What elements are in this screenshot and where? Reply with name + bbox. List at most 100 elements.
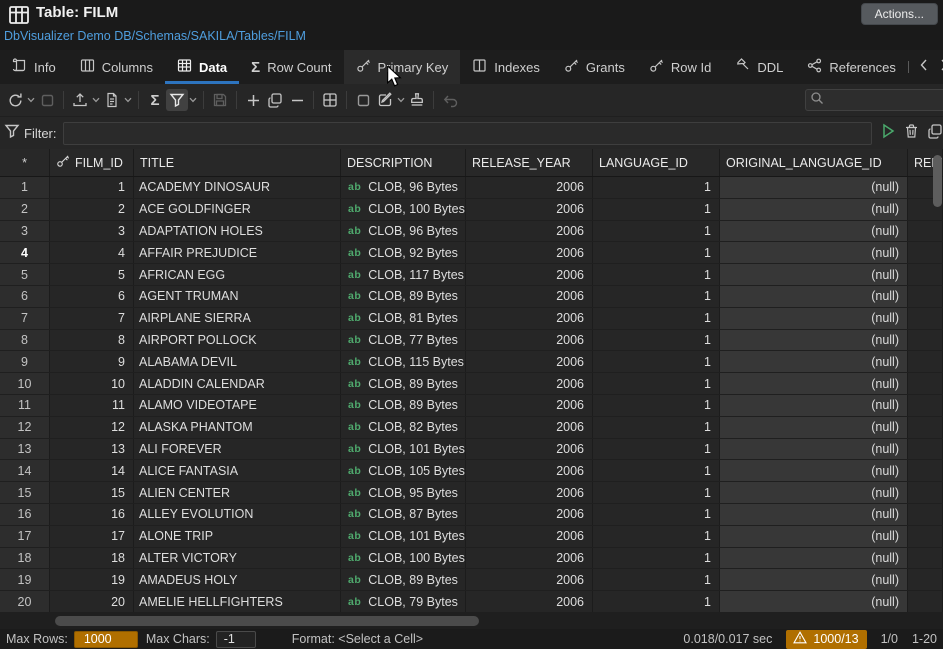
original-language-id-cell[interactable]: (null) <box>720 308 908 329</box>
column-header-title[interactable]: TITLE <box>134 149 341 176</box>
description-cell[interactable]: abCLOB, 96 Bytes <box>341 177 466 198</box>
title-cell[interactable]: AFRICAN EGG <box>134 264 341 285</box>
original-language-id-cell[interactable]: (null) <box>720 264 908 285</box>
film-id-cell[interactable]: 8 <box>50 330 134 351</box>
run-filter-icon[interactable] <box>881 123 896 144</box>
description-cell[interactable]: abCLOB, 82 Bytes <box>341 417 466 438</box>
max-rows-input[interactable] <box>74 631 138 648</box>
export-icon[interactable] <box>69 89 91 111</box>
tab-grants[interactable]: Grants <box>552 50 637 84</box>
title-cell[interactable]: AIRPLANE SIERRA <box>134 308 341 329</box>
original-language-id-cell[interactable]: (null) <box>720 569 908 590</box>
table-row[interactable]: 33ADAPTATION HOLESabCLOB, 96 Bytes20061(… <box>0 221 943 243</box>
release-year-cell[interactable]: 2006 <box>466 373 593 394</box>
table-row[interactable]: 77AIRPLANE SIERRAabCLOB, 81 Bytes20061(n… <box>0 308 943 330</box>
film-id-cell[interactable]: 9 <box>50 351 134 372</box>
description-cell[interactable]: abCLOB, 89 Bytes <box>341 286 466 307</box>
description-cell[interactable]: abCLOB, 101 Bytes <box>341 526 466 547</box>
title-cell[interactable]: ALICE FANTASIA <box>134 460 341 481</box>
actions-button[interactable]: Actions... <box>861 3 938 25</box>
horizontal-scrollbar-thumb[interactable] <box>55 616 479 626</box>
release-year-cell[interactable]: 2006 <box>466 548 593 569</box>
title-cell[interactable]: ALTER VICTORY <box>134 548 341 569</box>
table-row[interactable]: 1414ALICE FANTASIAabCLOB, 105 Bytes20061… <box>0 460 943 482</box>
rows-warning-badge[interactable]: 1000/13 <box>786 630 866 649</box>
description-cell[interactable]: abCLOB, 105 Bytes <box>341 460 466 481</box>
table-row[interactable]: 1313ALI FOREVERabCLOB, 101 Bytes20061(nu… <box>0 439 943 461</box>
original-language-id-cell[interactable]: (null) <box>720 199 908 220</box>
release-year-cell[interactable]: 2006 <box>466 199 593 220</box>
title-cell[interactable]: ALADDIN CALENDAR <box>134 373 341 394</box>
row-number-cell[interactable]: 17 <box>0 526 50 547</box>
original-language-id-cell[interactable]: (null) <box>720 482 908 503</box>
table-row[interactable]: 22ACE GOLDFINGERabCLOB, 100 Bytes20061(n… <box>0 199 943 221</box>
breadcrumb[interactable]: DbVisualizer Demo DB/Schemas/SAKILA/Tabl… <box>4 29 306 43</box>
language-id-cell[interactable]: 1 <box>593 417 720 438</box>
row-number-cell[interactable]: 15 <box>0 482 50 503</box>
table-row[interactable]: 1515ALIEN CENTERabCLOB, 95 Bytes20061(nu… <box>0 482 943 504</box>
description-cell[interactable]: abCLOB, 117 Bytes <box>341 264 466 285</box>
language-id-cell[interactable]: 1 <box>593 264 720 285</box>
film-id-cell[interactable]: 4 <box>50 242 134 263</box>
horizontal-scrollbar[interactable] <box>0 613 943 629</box>
release-year-cell[interactable]: 2006 <box>466 395 593 416</box>
copy-filter-icon[interactable] <box>927 123 943 144</box>
filter-input[interactable] <box>63 122 873 145</box>
language-id-cell[interactable]: 1 <box>593 177 720 198</box>
description-cell[interactable]: abCLOB, 89 Bytes <box>341 373 466 394</box>
title-cell[interactable]: ALABAMA DEVIL <box>134 351 341 372</box>
table-row[interactable]: 1111ALAMO VIDEOTAPEabCLOB, 89 Bytes20061… <box>0 395 943 417</box>
release-year-cell[interactable]: 2006 <box>466 264 593 285</box>
table-row[interactable]: 55AFRICAN EGGabCLOB, 117 Bytes20061(null… <box>0 264 943 286</box>
tab-row-id[interactable]: Row Id <box>637 50 723 84</box>
title-cell[interactable]: ALAMO VIDEOTAPE <box>134 395 341 416</box>
description-cell[interactable]: abCLOB, 92 Bytes <box>341 242 466 263</box>
description-cell[interactable]: abCLOB, 89 Bytes <box>341 395 466 416</box>
language-id-cell[interactable]: 1 <box>593 482 720 503</box>
delete-row-icon[interactable] <box>286 89 308 111</box>
tab-data[interactable]: Data <box>165 50 239 84</box>
language-id-cell[interactable]: 1 <box>593 526 720 547</box>
row-number-cell[interactable]: 16 <box>0 504 50 525</box>
table-row[interactable]: 1616ALLEY EVOLUTIONabCLOB, 87 Bytes20061… <box>0 504 943 526</box>
release-year-cell[interactable]: 2006 <box>466 526 593 547</box>
original-language-id-cell[interactable]: (null) <box>720 591 908 612</box>
release-year-cell[interactable]: 2006 <box>466 504 593 525</box>
language-id-cell[interactable]: 1 <box>593 242 720 263</box>
film-id-cell[interactable]: 20 <box>50 591 134 612</box>
release-year-cell[interactable]: 2006 <box>466 439 593 460</box>
title-cell[interactable]: ADAPTATION HOLES <box>134 221 341 242</box>
language-id-cell[interactable]: 1 <box>593 460 720 481</box>
original-language-id-cell[interactable]: (null) <box>720 177 908 198</box>
release-year-cell[interactable]: 2006 <box>466 460 593 481</box>
language-id-cell[interactable]: 1 <box>593 591 720 612</box>
tab-info[interactable]: Info <box>0 50 68 84</box>
title-cell[interactable]: AIRPORT POLLOCK <box>134 330 341 351</box>
row-number-cell[interactable]: 1 <box>0 177 50 198</box>
title-cell[interactable]: ACADEMY DINOSAUR <box>134 177 341 198</box>
language-id-cell[interactable]: 1 <box>593 221 720 242</box>
edit-dropdown-icon[interactable] <box>396 89 406 111</box>
column-header-release-year[interactable]: RELEASE_YEAR <box>466 149 593 176</box>
row-number-cell[interactable]: 3 <box>0 221 50 242</box>
original-language-id-cell[interactable]: (null) <box>720 460 908 481</box>
row-number-cell[interactable]: 2 <box>0 199 50 220</box>
description-cell[interactable]: abCLOB, 115 Bytes <box>341 351 466 372</box>
scroll-tabs-left-icon[interactable] <box>919 58 929 76</box>
add-row-icon[interactable] <box>242 89 264 111</box>
description-cell[interactable]: abCLOB, 100 Bytes <box>341 548 466 569</box>
film-id-cell[interactable]: 10 <box>50 373 134 394</box>
original-language-id-cell[interactable]: (null) <box>720 221 908 242</box>
language-id-cell[interactable]: 1 <box>593 395 720 416</box>
export-dropdown-icon[interactable] <box>91 89 101 111</box>
save-icon[interactable] <box>209 89 231 111</box>
language-id-cell[interactable]: 1 <box>593 286 720 307</box>
language-id-cell[interactable]: 1 <box>593 548 720 569</box>
film-id-cell[interactable]: 7 <box>50 308 134 329</box>
delete-filter-icon[interactable] <box>904 123 919 144</box>
film-id-cell[interactable]: 2 <box>50 199 134 220</box>
select-cell-icon[interactable] <box>352 89 374 111</box>
max-chars-input[interactable] <box>216 631 256 648</box>
row-number-cell[interactable]: 5 <box>0 264 50 285</box>
tab-columns[interactable]: Columns <box>68 50 165 84</box>
